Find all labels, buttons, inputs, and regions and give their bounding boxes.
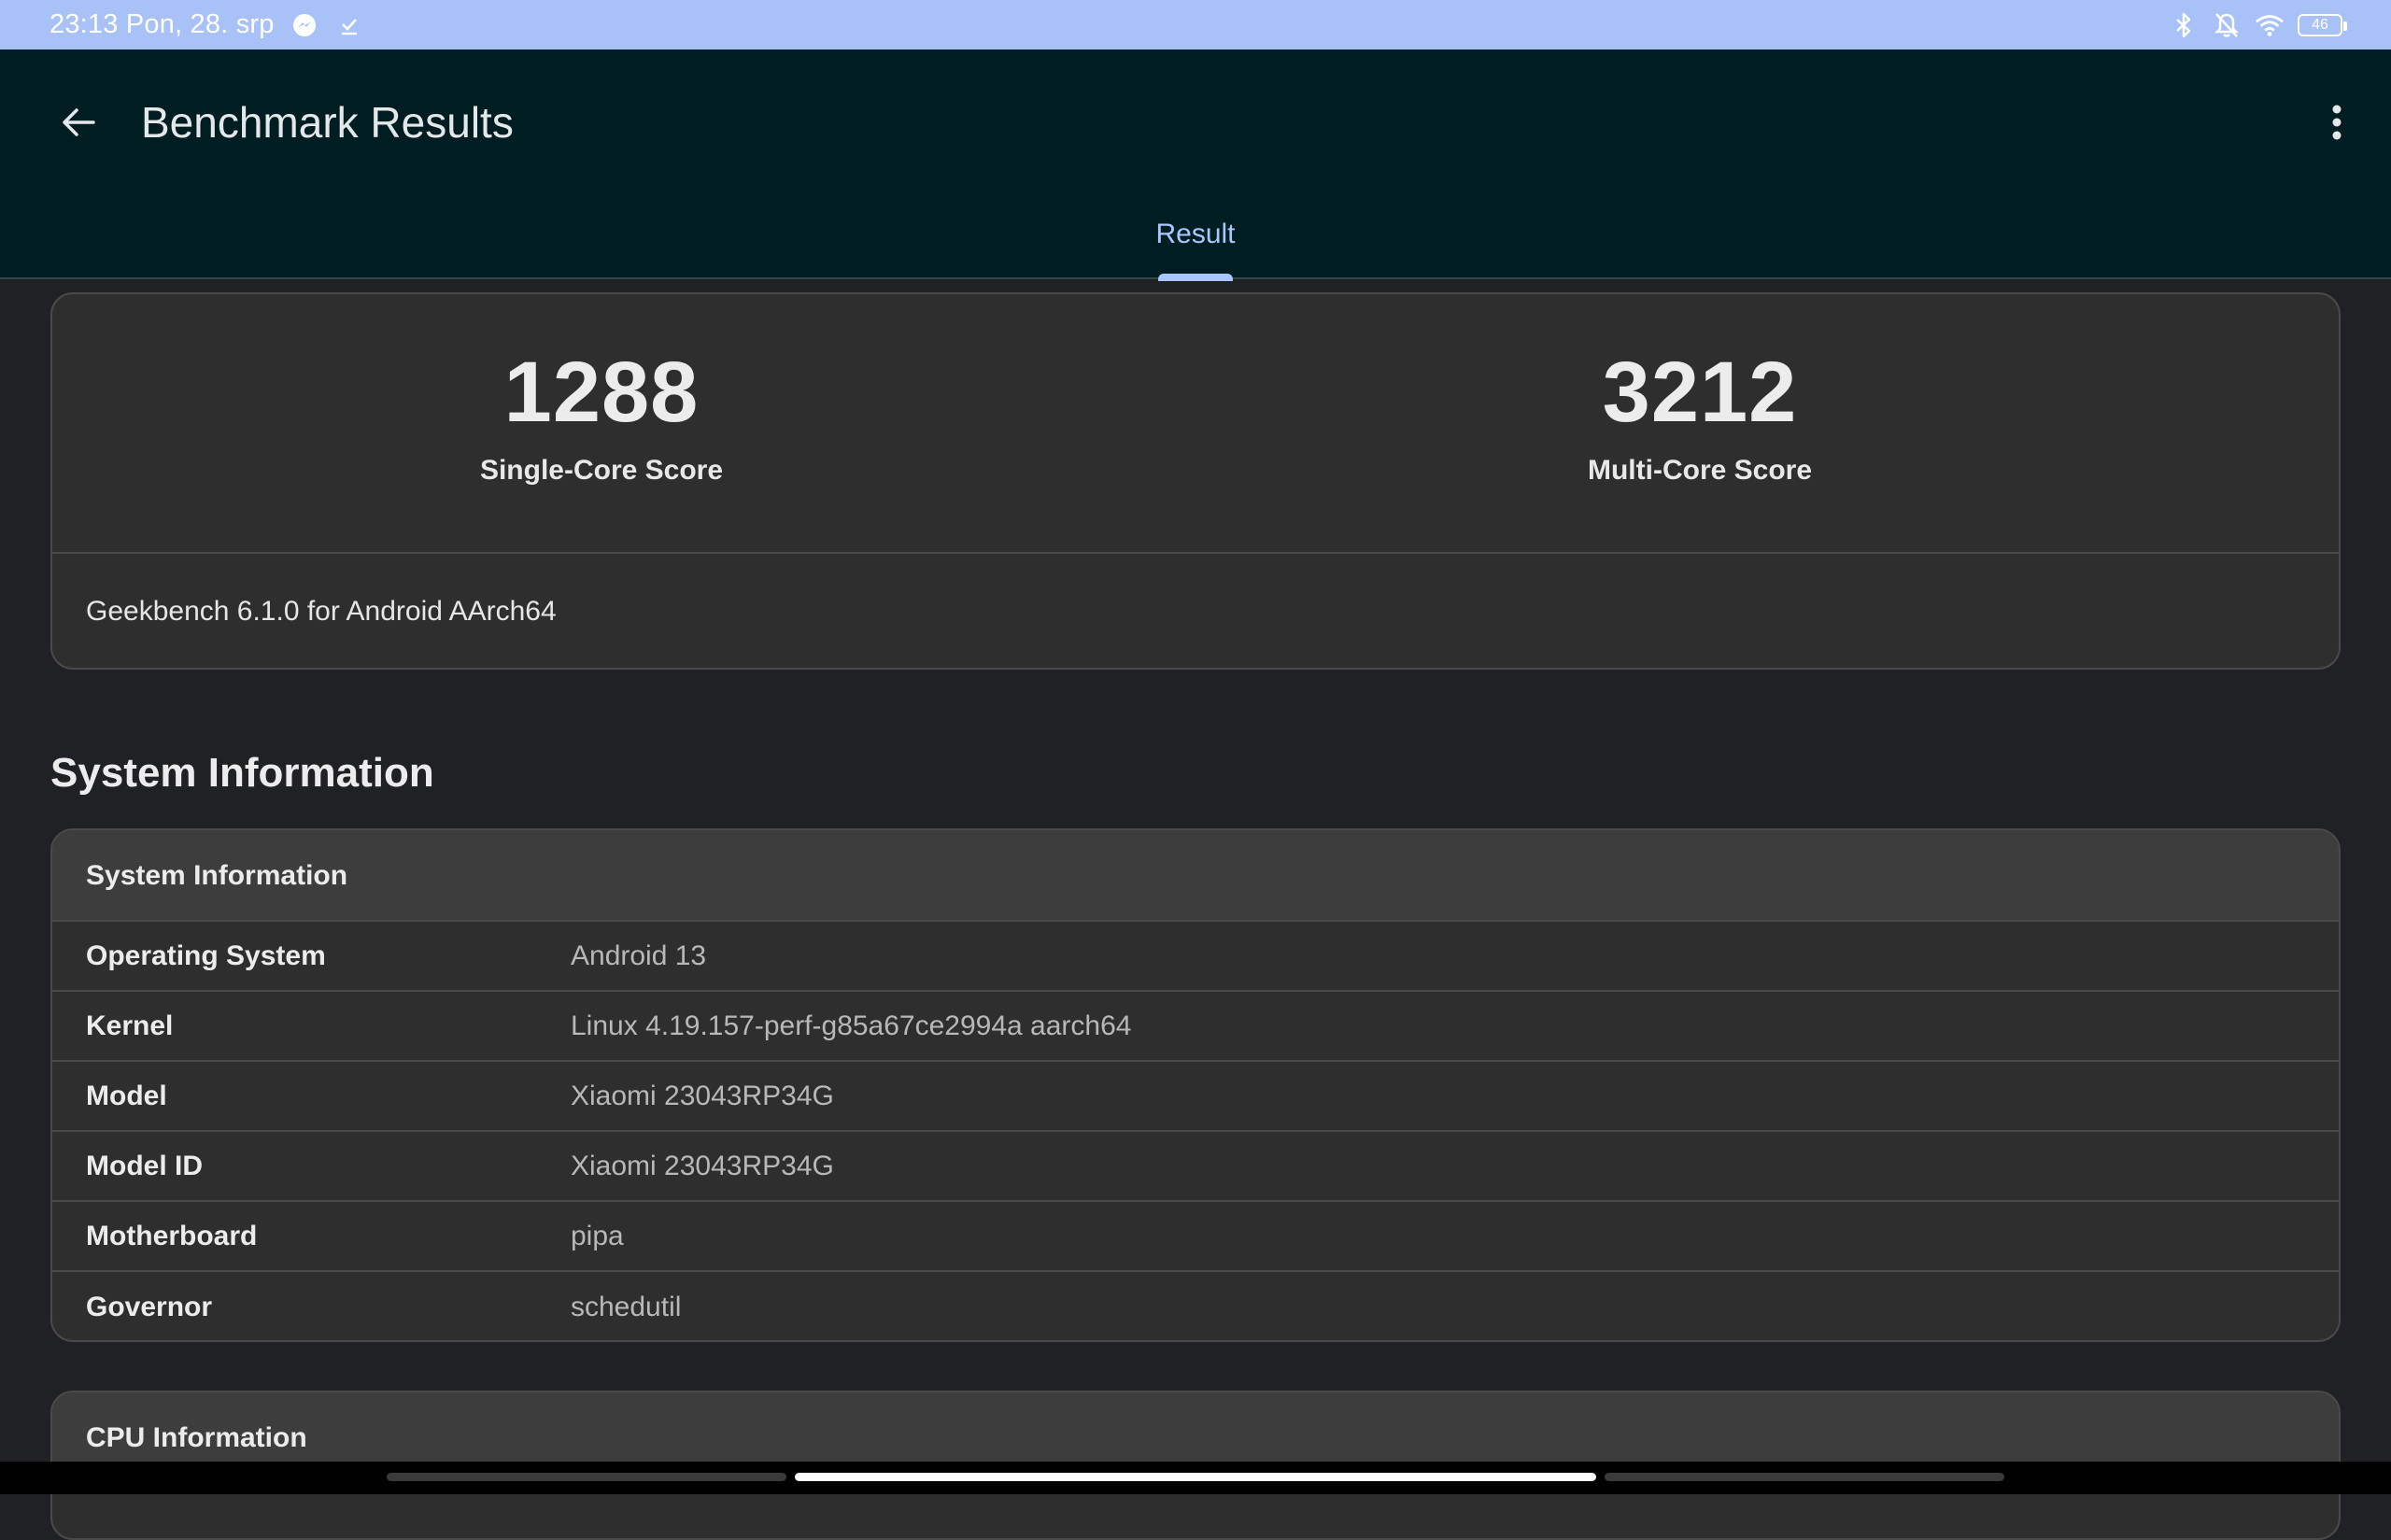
table-row: Operating System Android 13 xyxy=(52,922,2339,992)
messenger-icon xyxy=(290,10,319,40)
scores-row: 1288 Single-Core Score 3212 Multi-Core S… xyxy=(52,294,2339,554)
tab-result[interactable]: Result xyxy=(1139,208,1252,281)
row-value: pipa xyxy=(571,1220,624,1251)
navigation-bar xyxy=(0,1462,2391,1494)
battery-level: 46 xyxy=(2312,16,2328,33)
gesture-handle[interactable] xyxy=(795,1473,1596,1481)
score-card: 1288 Single-Core Score 3212 Multi-Core S… xyxy=(50,292,2341,670)
wifi-icon xyxy=(2255,10,2285,40)
multi-core-label: Multi-Core Score xyxy=(1587,455,1813,486)
row-value: Android 13 xyxy=(571,940,707,971)
page-title: Benchmark Results xyxy=(141,98,514,147)
row-value: schedutil xyxy=(571,1291,682,1322)
table-row: Model ID Xiaomi 23043RP34G xyxy=(52,1132,2339,1202)
row-value: Linux 4.19.157-perf-g85a67ce2994a aarch6… xyxy=(571,1010,1132,1041)
row-value: Xiaomi 23043RP34G xyxy=(571,1080,834,1111)
nav-pill-left xyxy=(387,1473,786,1481)
table-row: Motherboard pipa xyxy=(52,1202,2339,1272)
multi-core-score: 3212 Multi-Core Score xyxy=(1420,341,1980,487)
overflow-menu-button[interactable] xyxy=(2309,92,2365,152)
status-time: 23:13 Pon, 28. srp xyxy=(50,9,275,39)
app-bar: Benchmark Results Result xyxy=(0,49,2391,281)
benchmark-version: Geekbench 6.1.0 for Android AArch64 xyxy=(86,596,557,627)
multi-core-value: 3212 xyxy=(1602,345,1798,440)
row-key: Model ID xyxy=(86,1150,203,1181)
row-key: Kernel xyxy=(86,1010,174,1041)
row-key: Model xyxy=(86,1080,167,1111)
single-core-label: Single-Core Score xyxy=(479,455,724,486)
row-key: Governor xyxy=(86,1291,213,1322)
back-button[interactable] xyxy=(49,92,108,152)
system-info-card-header: System Information xyxy=(52,830,2339,922)
row-key: Operating System xyxy=(86,940,326,971)
single-core-value: 1288 xyxy=(503,345,700,440)
row-value: Xiaomi 23043RP34G xyxy=(571,1150,834,1181)
bluetooth-icon xyxy=(2169,10,2199,40)
status-bar: 23:13 Pon, 28. srp 46 xyxy=(0,0,2391,49)
system-info-card: System Information Operating System Andr… xyxy=(50,828,2341,1342)
table-row: Kernel Linux 4.19.157-perf-g85a67ce2994a… xyxy=(52,992,2339,1062)
more-vert-icon xyxy=(2332,105,2341,140)
row-key: Motherboard xyxy=(86,1220,258,1251)
table-row: Model Xiaomi 23043RP34G xyxy=(52,1062,2339,1132)
table-row: Governor schedutil xyxy=(52,1272,2339,1340)
tab-indicator xyxy=(1158,274,1233,281)
download-done-icon xyxy=(334,10,364,40)
arrow-back-icon xyxy=(63,108,95,136)
tab-result-label: Result xyxy=(1155,219,1236,249)
single-core-score: 1288 Single-Core Score xyxy=(321,341,882,487)
nav-pill-right xyxy=(1605,1473,2004,1481)
bell-off-icon xyxy=(2212,10,2242,40)
system-info-section-title: System Information xyxy=(50,750,434,796)
battery-icon: 46 xyxy=(2298,13,2347,36)
